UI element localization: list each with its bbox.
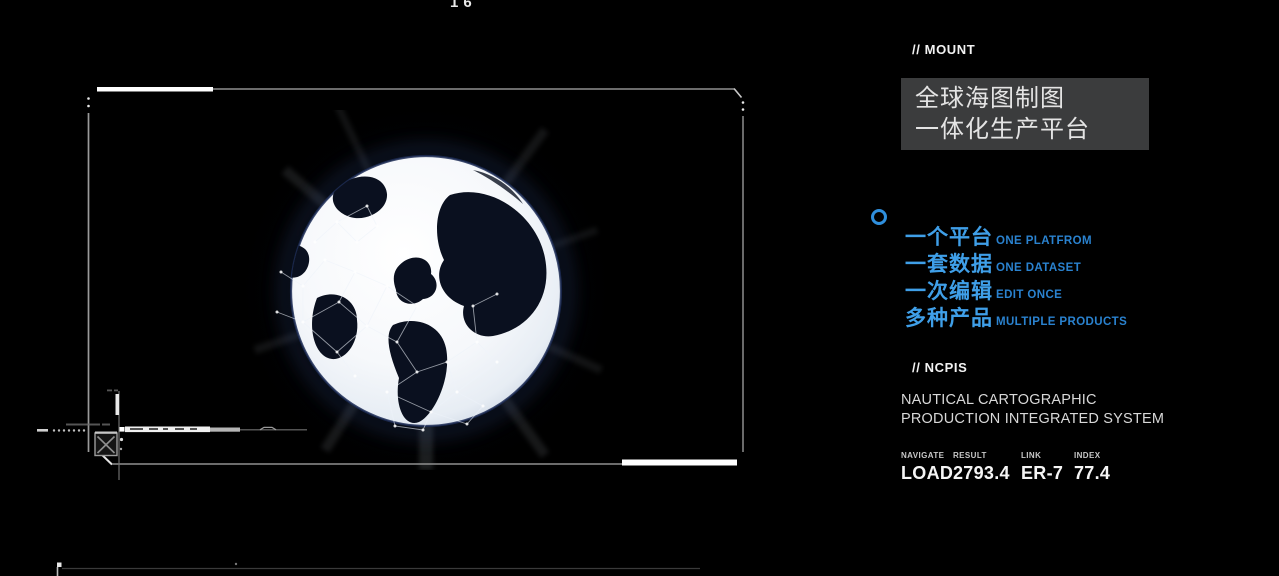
frame-right-edge	[742, 101, 745, 452]
platform-title-line1: 全球海图制图	[915, 83, 1149, 114]
hud-cluster-screen-bottom	[57, 563, 700, 576]
feature-zh: 一次编辑	[905, 275, 993, 305]
feature-en: ONE PLATFROM	[996, 235, 1092, 247]
stat-value: LOAD	[901, 463, 953, 484]
platform-title-box: 全球海图制图 一体化生产平台	[901, 78, 1149, 150]
feature-item-one-dataset: 一套数据 ONE DATASET	[905, 248, 1127, 275]
stat-label: LINK	[1021, 451, 1074, 460]
mount-section-label: // MOUNT	[912, 42, 975, 57]
feature-list: 一个平台 ONE PLATFROM 一套数据 ONE DATASET 一次编辑 …	[905, 221, 1127, 329]
frame-left-edge	[87, 97, 90, 452]
bullet-ring-icon	[871, 209, 887, 225]
screen: 16 // MOUNT 全球海图制图 一体化生产平台 一个平台 ONE PLAT…	[0, 0, 1279, 576]
ncpis-section-label: // NCPIS	[912, 360, 967, 375]
system-name-line1: NAUTICAL CARTOGRAPHIC	[901, 391, 1164, 410]
hud-cluster-bottom-left	[37, 390, 307, 481]
stat-link: LINK ER-7	[1021, 451, 1074, 484]
frame-bottom-edge	[99, 452, 737, 466]
feature-item-one-platform: 一个平台 ONE PLATFROM	[905, 221, 1127, 248]
stat-label: NAVIGATE	[901, 451, 953, 460]
feature-zh: 一个平台	[905, 221, 993, 251]
stat-index: INDEX 77.4	[1074, 451, 1134, 484]
crosshair-box-icon	[95, 432, 117, 456]
stat-label: RESULT	[953, 451, 1021, 460]
stat-value: 2793.4	[953, 463, 1021, 484]
status-readout: NAVIGATE LOAD RESULT 2793.4 LINK ER-7 IN…	[901, 451, 1134, 484]
feature-zh: 多种产品	[905, 302, 993, 332]
stat-value: ER-7	[1021, 463, 1074, 484]
stat-result: RESULT 2793.4	[953, 451, 1021, 484]
stat-label: INDEX	[1074, 451, 1134, 460]
top-counter: 16	[450, 0, 477, 11]
stat-navigate: NAVIGATE LOAD	[901, 451, 953, 484]
system-name-line2: PRODUCTION INTEGRATED SYSTEM	[901, 410, 1164, 429]
feature-en: EDIT ONCE	[996, 289, 1062, 301]
platform-title-line2: 一体化生产平台	[915, 114, 1149, 145]
feature-en: ONE DATASET	[996, 262, 1081, 274]
feature-en: MULTIPLE PRODUCTS	[996, 316, 1127, 328]
feature-item-multiple-products: 多种产品 MULTIPLE PRODUCTS	[905, 302, 1127, 329]
frame-top-edge	[97, 87, 742, 98]
stat-value: 77.4	[1074, 463, 1134, 484]
system-full-name: NAUTICAL CARTOGRAPHIC PRODUCTION INTEGRA…	[901, 391, 1164, 428]
feature-zh: 一套数据	[905, 248, 993, 278]
feature-item-edit-once: 一次编辑 EDIT ONCE	[905, 275, 1127, 302]
